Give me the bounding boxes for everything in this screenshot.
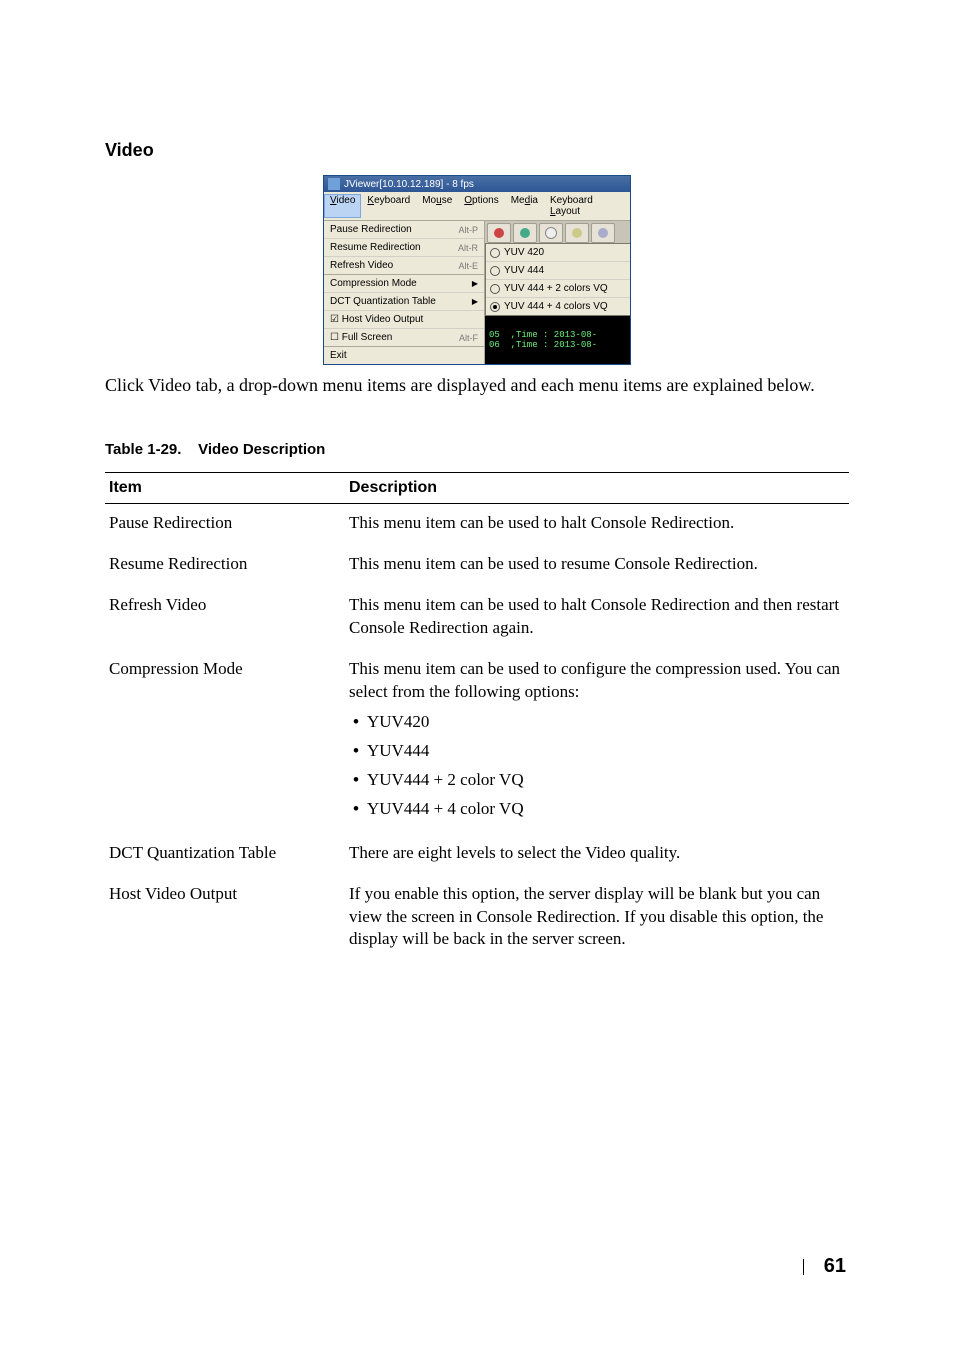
item-cell: Pause Redirection [105, 504, 345, 545]
console-pane: 07 ,Time : 2013-08- 08 ,Time : 2013-08- … [485, 221, 630, 364]
page-footer: 61 [803, 1255, 846, 1278]
page-number: 61 [824, 1255, 846, 1278]
menu-keyboard-layout[interactable]: Keyboard Layout [544, 194, 630, 218]
menu-video[interactable]: Video [324, 194, 361, 218]
submenu-item-yuv-444[interactable]: YUV 444 [486, 262, 630, 280]
menubar: VideoKeyboardMouseOptionsMediaKeyboard L… [324, 192, 630, 221]
description-cell: There are eight levels to select the Vid… [345, 834, 849, 875]
table-title: Video Description [198, 441, 325, 458]
window-icon [328, 178, 340, 190]
section-heading: Video [105, 140, 849, 161]
item-cell: Resume Redirection [105, 545, 345, 586]
col-header-description: Description [345, 473, 849, 504]
list-item: YUV444 + 2 color VQ [349, 766, 845, 795]
video-description-table: Item Description Pause RedirectionThis m… [105, 472, 849, 961]
keyboard-button[interactable] [539, 223, 563, 243]
compression-submenu: YUV 420YUV 444YUV 444 + 2 colors VQYUV 4… [485, 243, 630, 316]
menu-mouse[interactable]: Mouse [416, 194, 458, 218]
item-cell: DCT Quantization Table [105, 834, 345, 875]
submenu-item-yuv-420[interactable]: YUV 420 [486, 244, 630, 262]
jviewer-window: JViewer[10.10.12.189] - 8 fps VideoKeybo… [323, 175, 631, 365]
table-caption: Table 1-29. Video Description [105, 441, 849, 458]
table-number: Table 1-29. [105, 441, 181, 458]
item-cell: Refresh Video [105, 586, 345, 650]
description-cell: If you enable this option, the server di… [345, 875, 849, 962]
table-row: DCT Quantization TableThere are eight le… [105, 834, 849, 875]
list-item: YUV444 + 4 color VQ [349, 795, 845, 824]
table-row: Refresh VideoThis menu item can be used … [105, 586, 849, 650]
description-cell: This menu item can be used to halt Conso… [345, 586, 849, 650]
menu-item-dct-quantization-table[interactable]: DCT Quantization Table▶ [324, 293, 484, 311]
table-row: Resume RedirectionThis menu item can be … [105, 545, 849, 586]
item-cell: Host Video Output [105, 875, 345, 962]
submenu-item-yuv-444-plus-2-colors-vq[interactable]: YUV 444 + 2 colors VQ [486, 280, 630, 298]
description-cell: This menu item can be used to resume Con… [345, 545, 849, 586]
menu-item-compression-mode[interactable]: Compression Mode▶ [324, 275, 484, 293]
lock-button[interactable] [591, 223, 615, 243]
menu-media[interactable]: Media [505, 194, 544, 218]
table-row: Host Video OutputIf you enable this opti… [105, 875, 849, 962]
menu-item-exit[interactable]: Exit [324, 347, 484, 364]
table-row: Compression ModeThis menu item can be us… [105, 650, 849, 834]
options-list: YUV420YUV444YUV444 + 2 color VQYUV444 + … [349, 708, 845, 824]
submenu-item-yuv-444-plus-4-colors-vq[interactable]: YUV 444 + 4 colors VQ [486, 298, 630, 315]
table-row: Pause RedirectionThis menu item can be u… [105, 504, 849, 545]
menu-item-pause-redirection[interactable]: Pause RedirectionAlt-P [324, 221, 484, 239]
item-cell: Compression Mode [105, 650, 345, 834]
menu-item-refresh-video[interactable]: Refresh VideoAlt-E [324, 257, 484, 275]
list-item: YUV444 [349, 737, 845, 766]
window-titlebar: JViewer[10.10.12.189] - 8 fps [324, 176, 630, 192]
record-button[interactable] [487, 223, 511, 243]
video-dropdown-menu: Pause RedirectionAlt-PResume Redirection… [324, 221, 485, 364]
menu-keyboard[interactable]: Keyboard [361, 194, 416, 218]
window-title: JViewer[10.10.12.189] - 8 fps [344, 179, 474, 190]
hotkey-button[interactable] [565, 223, 589, 243]
description-cell: This menu item can be used to configure … [345, 650, 849, 834]
menu-item-resume-redirection[interactable]: Resume RedirectionAlt-R [324, 239, 484, 257]
col-header-item: Item [105, 473, 345, 504]
intro-paragraph: Click Video tab, a drop-down menu items … [105, 373, 849, 397]
console-text-bottom: 05 ,Time : 2013-08- 06 ,Time : 2013-08- [485, 328, 630, 354]
menu-item-full-screen[interactable]: ☐ Full ScreenAlt-F [324, 329, 484, 347]
menu-item-host-video-output[interactable]: ☑ Host Video Output [324, 311, 484, 329]
menu-options[interactable]: Options [458, 194, 504, 218]
footer-divider [803, 1259, 804, 1275]
description-cell: This menu item can be used to halt Conso… [345, 504, 849, 545]
play-button[interactable] [513, 223, 537, 243]
list-item: YUV420 [349, 708, 845, 737]
screenshot-container: JViewer[10.10.12.189] - 8 fps VideoKeybo… [105, 175, 849, 365]
